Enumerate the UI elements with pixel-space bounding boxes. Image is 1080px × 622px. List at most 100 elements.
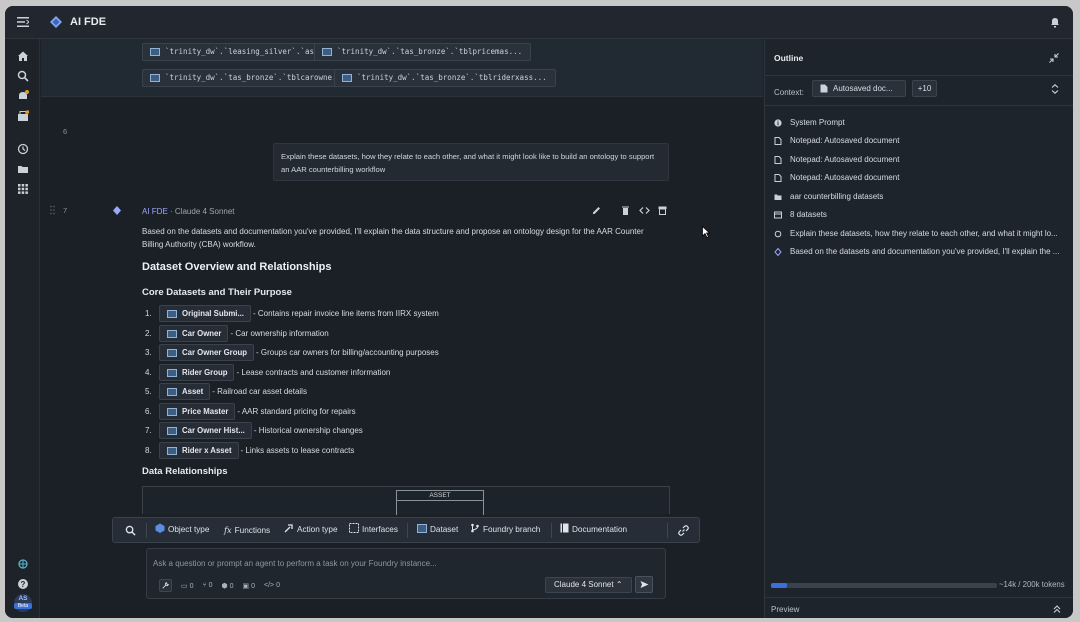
dataset-pill[interactable]: Rider x Asset bbox=[159, 442, 239, 459]
app-title: AI FDE bbox=[70, 16, 107, 28]
branch-count[interactable]: ⑂ 0 bbox=[202, 582, 212, 589]
book-icon bbox=[560, 523, 569, 533]
table-icon bbox=[167, 310, 177, 318]
dataset-pill[interactable]: Car Owner Group bbox=[159, 344, 254, 361]
expand-collapse-icon[interactable] bbox=[1051, 84, 1059, 94]
avatar-initials: AS bbox=[18, 595, 28, 602]
grid-icon[interactable] bbox=[17, 183, 29, 195]
action-type-button[interactable]: Action type bbox=[284, 518, 338, 542]
table-icon bbox=[342, 74, 352, 82]
menu-icon[interactable] bbox=[17, 17, 29, 27]
chevron-double-up-icon[interactable] bbox=[1053, 605, 1061, 613]
block-number: 7 bbox=[63, 206, 68, 215]
dataset-pill[interactable]: Price Master bbox=[159, 403, 236, 420]
table-icon bbox=[167, 408, 177, 416]
help-icon[interactable]: ? bbox=[17, 578, 29, 590]
table-icon bbox=[167, 427, 177, 435]
delete-icon[interactable] bbox=[620, 205, 631, 216]
dataset-pill[interactable]: Car Owner bbox=[159, 325, 229, 342]
object-type-button[interactable]: Object type bbox=[155, 518, 209, 542]
edit-icon[interactable] bbox=[591, 205, 602, 216]
list-item: 5. Asset - Railroad car asset details bbox=[145, 383, 307, 400]
code-count[interactable]: </> 0 bbox=[264, 582, 280, 589]
preview-section[interactable]: Preview bbox=[765, 597, 1073, 618]
composer-input[interactable]: Ask a question or prompt an agent to per… bbox=[153, 559, 437, 568]
outline-item[interactable]: Notepad: Autosaved document bbox=[774, 136, 899, 145]
chat-composer[interactable]: Ask a question or prompt an agent to per… bbox=[146, 548, 666, 599]
ontology-icon[interactable] bbox=[17, 558, 29, 570]
model-selector[interactable]: Claude 4 Sonnet ⌃ bbox=[545, 577, 632, 593]
avatar[interactable]: AS Beta bbox=[14, 594, 32, 612]
notifications-icon[interactable] bbox=[17, 90, 29, 102]
wrench-icon[interactable] bbox=[159, 579, 172, 592]
folder-icon[interactable] bbox=[17, 163, 29, 175]
table-icon bbox=[417, 524, 427, 533]
function-icon: fx bbox=[224, 525, 232, 535]
dataset-chip[interactable]: `trinity_dw`.`tas_bronze`.`tblpricemas..… bbox=[314, 43, 532, 61]
apps-badge-icon[interactable] bbox=[17, 110, 29, 122]
functions-button[interactable]: fx Functions bbox=[224, 518, 270, 542]
branch-icon bbox=[471, 523, 479, 533]
list-item: 8. Rider x Asset - Links assets to lease c… bbox=[145, 442, 354, 459]
table-icon bbox=[150, 74, 160, 82]
list-item: 4. Rider Group - Lease contracts and custo… bbox=[145, 364, 390, 381]
collapse-icon[interactable] bbox=[1049, 53, 1059, 63]
dataset-pill[interactable]: Original Submi... bbox=[159, 305, 251, 322]
response-subheading: Core Datasets and Their Purpose bbox=[142, 287, 292, 298]
outline-item[interactable]: Explain these datasets, how they relate … bbox=[774, 229, 1058, 238]
context-more-button[interactable]: +10 bbox=[912, 80, 937, 97]
send-icon bbox=[640, 581, 649, 588]
response-intro: Based on the datasets and documentation … bbox=[142, 227, 644, 249]
circle-icon bbox=[774, 230, 782, 237]
outline-item[interactable]: Based on the datasets and documentation … bbox=[774, 247, 1059, 256]
archive-icon[interactable] bbox=[657, 205, 668, 216]
table-icon bbox=[167, 330, 177, 338]
context-document-chip[interactable]: Autosaved doc... bbox=[812, 80, 906, 97]
outline-panel: Outline Context: Autosaved doc... +10 Sy… bbox=[764, 39, 1073, 618]
code-icon[interactable] bbox=[639, 205, 650, 216]
document-icon bbox=[774, 155, 782, 164]
foundry-branch-button[interactable]: Foundry branch bbox=[470, 518, 540, 542]
documentation-button[interactable]: Documentation bbox=[560, 518, 627, 542]
response-author: AI FDE bbox=[142, 207, 168, 216]
link-icon[interactable] bbox=[678, 525, 689, 536]
response-model: Claude 4 Sonnet bbox=[174, 207, 235, 216]
table-icon bbox=[150, 48, 160, 56]
home-icon[interactable] bbox=[17, 50, 29, 62]
context-label: Context: bbox=[774, 88, 804, 97]
interfaces-button[interactable]: Interfaces bbox=[349, 518, 398, 542]
response-heading: Dataset Overview and Relationships bbox=[142, 261, 332, 273]
notification-bell-icon[interactable] bbox=[1049, 16, 1061, 28]
table-icon bbox=[167, 388, 177, 396]
svg-text:?: ? bbox=[21, 580, 26, 589]
send-button[interactable] bbox=[635, 576, 653, 593]
outline-item[interactable]: Notepad: Autosaved document bbox=[774, 155, 899, 164]
composer-tools: ▭ 0 ⑂ 0 ⬢ 0 ▣ 0 </> 0 bbox=[159, 579, 280, 592]
table-icon bbox=[322, 48, 332, 56]
table-icon bbox=[167, 369, 177, 377]
outline-item[interactable]: Notepad: Autosaved document bbox=[774, 173, 899, 182]
dataset-pill[interactable]: Asset bbox=[159, 383, 211, 400]
search-icon[interactable] bbox=[17, 70, 29, 82]
drag-handle-icon[interactable] bbox=[50, 205, 55, 215]
outline-item[interactable]: System Prompt bbox=[774, 118, 845, 127]
dataset-chip[interactable]: `trinity_dw`.`tas_bronze`.`tblcarowne... bbox=[142, 69, 355, 87]
search-icon[interactable] bbox=[125, 525, 136, 536]
dataset-chip[interactable]: `trinity_dw`.`tas_bronze`.`tblriderxass.… bbox=[334, 69, 556, 87]
image-icon: ▣ bbox=[242, 582, 250, 590]
history-icon[interactable] bbox=[17, 143, 29, 155]
dataset-pill[interactable]: Rider Group bbox=[159, 364, 235, 381]
outline-item[interactable]: 8 datasets bbox=[774, 210, 827, 219]
table-count[interactable]: ▭ 0 bbox=[181, 582, 193, 590]
user-prompt-block[interactable]: Explain these datasets, how they relate … bbox=[273, 143, 669, 181]
token-count: ~14k / 200k tokens bbox=[999, 580, 1065, 589]
dataset-button[interactable]: Dataset bbox=[417, 518, 458, 542]
package-count[interactable]: ⬢ 0 bbox=[222, 582, 234, 590]
image-count[interactable]: ▣ 0 bbox=[243, 582, 255, 590]
table-icon bbox=[167, 447, 177, 455]
outline-item[interactable]: aar counterbilling datasets bbox=[774, 192, 883, 201]
list-item: 6. Price Master - AAR standard pricing for… bbox=[145, 403, 356, 420]
notebook-area: `trinity_dw`.`leasing_silver`.`asset` `t… bbox=[41, 39, 763, 618]
dataset-chip[interactable]: `trinity_dw`.`leasing_silver`.`asset` bbox=[142, 43, 342, 61]
dataset-pill[interactable]: Car Owner Hist... bbox=[159, 422, 252, 439]
